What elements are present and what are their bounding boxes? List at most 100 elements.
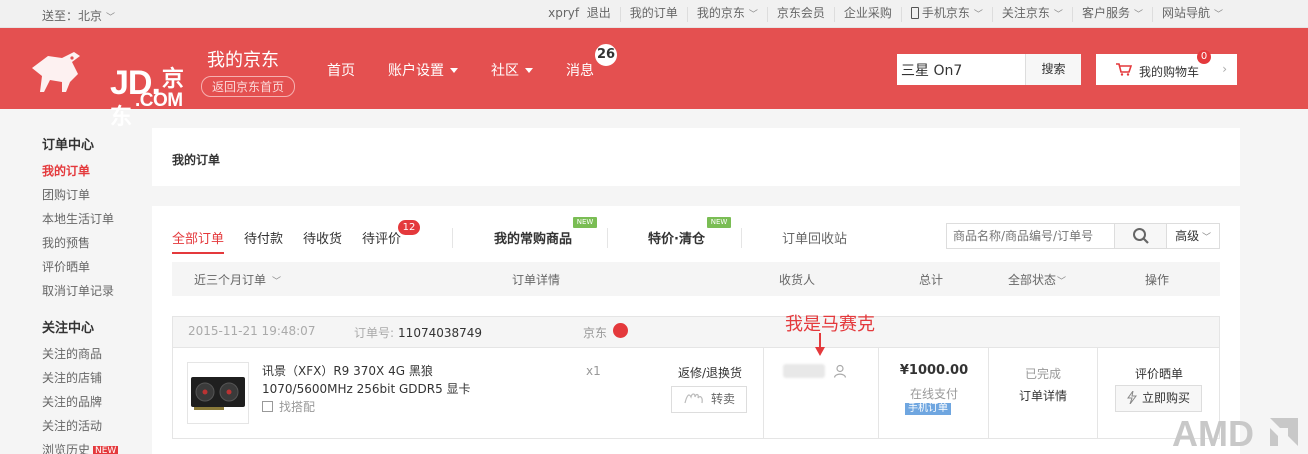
my-jd-link[interactable]: 我的京东 ﹀ [686,7,767,22]
sidebar-item-followed-brands[interactable]: 关注的品牌 [42,390,142,414]
search-button[interactable]: 搜索 [1025,54,1081,85]
order-amount: ¥1000.00 [899,363,969,378]
sidebar-item-my-orders[interactable]: 我的订单 [42,159,142,183]
order-tabs: 全部订单 待付款 待收货 待评价 12 [172,220,421,254]
sidebar-item-history[interactable]: 浏览历史 NEW [42,438,142,454]
order-search: 高级 ﹀ [946,223,1220,249]
new-flag: NEW [707,217,731,228]
chevron-down-icon: ﹀ [1199,233,1212,243]
customer-service-link[interactable]: 客户服务 ﹀ [1071,7,1152,22]
tab-frequent-products[interactable]: 我的常购商品 [494,228,572,247]
period-filter[interactable]: 近三个月订单 ﹀ [194,271,281,288]
nav-community[interactable]: 社区 [491,60,533,80]
order-detail-link[interactable]: 订单详情 [989,387,1097,404]
column-divider [1097,348,1098,438]
column-detail: 订单详情 [512,273,561,287]
advanced-search-button[interactable]: 高级 ﹀ [1167,224,1219,248]
jd-logo[interactable]: JD.京东 .COM [28,44,193,129]
shop-chat-icon[interactable] [613,323,628,338]
status-filter[interactable]: 全部状态﹀ [1008,271,1066,288]
sidebar-item-local-orders[interactable]: 本地生活订单 [42,207,142,231]
caret-down-icon [450,68,458,73]
cart-button[interactable]: 我的购物车 0 › [1096,50,1237,85]
nav-account-settings[interactable]: 账户设置 [388,60,458,80]
breadcrumb: 我的订单 [172,153,221,167]
enterprise-link[interactable]: 企业采购 [833,6,901,22]
amd-watermark-logo: AMD [1172,414,1298,450]
tab-pending-review[interactable]: 待评价 12 [362,220,421,254]
order-search-button[interactable] [1115,224,1168,248]
review-count-badge: 12 [398,220,421,235]
column-total: 总计 [919,273,944,287]
sidebar-item-presale[interactable]: 我的预售 [42,231,142,255]
caret-down-icon [525,68,533,73]
search-input[interactable] [897,54,1025,85]
tab-clearance[interactable]: 特价·清仓 [648,228,705,247]
return-exchange-link[interactable]: 返修/退换货 [678,364,742,381]
header: JD.京东 .COM 我的京东 返回京东首页 首页 账户设置 社区 消息26 搜… [0,28,1308,129]
my-orders-label: 我的订单 [629,6,678,20]
my-orders-link[interactable]: 我的订单 [619,6,687,22]
chevron-down-icon: ﹀ [1057,277,1067,287]
order-search-input[interactable] [947,224,1116,248]
sidebar-item-cancelled[interactable]: 取消订单记录 [42,279,142,303]
new-flag: NEW [573,217,597,228]
mobile-jd-link[interactable]: 手机京东 ﹀ [900,7,992,22]
chevron-down-icon: ﹀ [973,10,983,20]
dog-mascot-icon [32,52,80,92]
main-nav: 首页 账户设置 社区 消息 26 [327,43,627,80]
shop-name[interactable]: 京东 [583,324,607,341]
history-label: 浏览历史 [42,443,91,454]
logo-domain: .COM [135,90,183,111]
user-icon[interactable] [833,364,847,378]
sidebar-item-followed-shops[interactable]: 关注的店铺 [42,366,142,390]
buy-again-label: 立即购买 [1141,391,1190,405]
phone-icon [910,7,919,19]
find-match-link[interactable]: 找搭配 [262,398,315,415]
tab-all-orders[interactable]: 全部订单 [172,228,225,254]
order-card: 2015-11-21 19:48:07 订单号: 11074038749 京东 讯… [172,316,1220,439]
sidebar-item-followed-products[interactable]: 关注的商品 [42,342,142,366]
search-icon [1133,228,1150,244]
jd-member-label: 京东会员 [776,6,825,20]
logout-link[interactable]: 退出 [587,6,611,20]
buy-again-button[interactable]: 立即购买 [1115,385,1202,412]
product-name[interactable]: 讯景（XFX）R9 370X 4G 黑狼 1070/5600MHz 256bit… [262,362,522,398]
sidebar-item-reviews[interactable]: 评价晒单 [42,255,142,279]
username[interactable]: xpryf [548,6,579,20]
order-number-label: 订单号: [354,326,395,340]
sidebar-item-followed-events[interactable]: 关注的活动 [42,414,142,438]
resell-button[interactable]: 转卖 [671,386,747,413]
nav-messages[interactable]: 消息 26 [566,43,618,80]
user-logout[interactable]: xpryf 退出 [539,7,620,22]
jd-member-link[interactable]: 京东会员 [766,6,834,22]
graphics-card-image [191,377,245,410]
tab-pending-receipt[interactable]: 待收货 [303,228,342,254]
page-title: 我的京东 [207,50,279,71]
product-image[interactable] [187,362,249,424]
site-nav-link[interactable]: 网站导航 ﹀ [1151,7,1232,22]
amd-watermark-text: AMD [1172,414,1254,450]
top-bar: 送至：北京 ﹀ xpryf 退出 我的订单 我的京东 ﹀ 京东会员 企业采购 手机京… [0,0,1308,28]
receiver-name-mosaic [783,364,825,378]
sidebar-group-follow-title: 关注中心 [42,321,95,336]
status-filter-label: 全部状态 [1008,273,1057,287]
cart-icon [1116,63,1132,76]
enterprise-label: 企业采购 [843,6,892,20]
chevron-down-icon: ﹀ [1053,10,1063,20]
sidebar-item-group-orders[interactable]: 团购订单 [42,183,142,207]
tab-recycle-bin[interactable]: 订单回收站 [782,228,847,247]
divider [452,228,453,248]
follow-jd-link[interactable]: 关注京东 ﹀ [991,7,1072,22]
location-selector[interactable]: 送至：北京 ﹀ [42,7,115,24]
tab-pending-review-label: 待评价 [362,232,402,247]
tab-pending-payment[interactable]: 待付款 [244,228,283,254]
divider [607,228,608,248]
nav-home[interactable]: 首页 [327,60,355,80]
order-number-value[interactable]: 11074038749 [398,326,482,340]
nav-account-label: 账户设置 [388,63,444,79]
nav-home-label: 首页 [327,63,355,79]
review-link[interactable]: 评价晒单 [1097,365,1221,382]
chevron-down-icon: ﹀ [106,13,116,23]
return-home-link[interactable]: 返回京东首页 [201,76,296,97]
